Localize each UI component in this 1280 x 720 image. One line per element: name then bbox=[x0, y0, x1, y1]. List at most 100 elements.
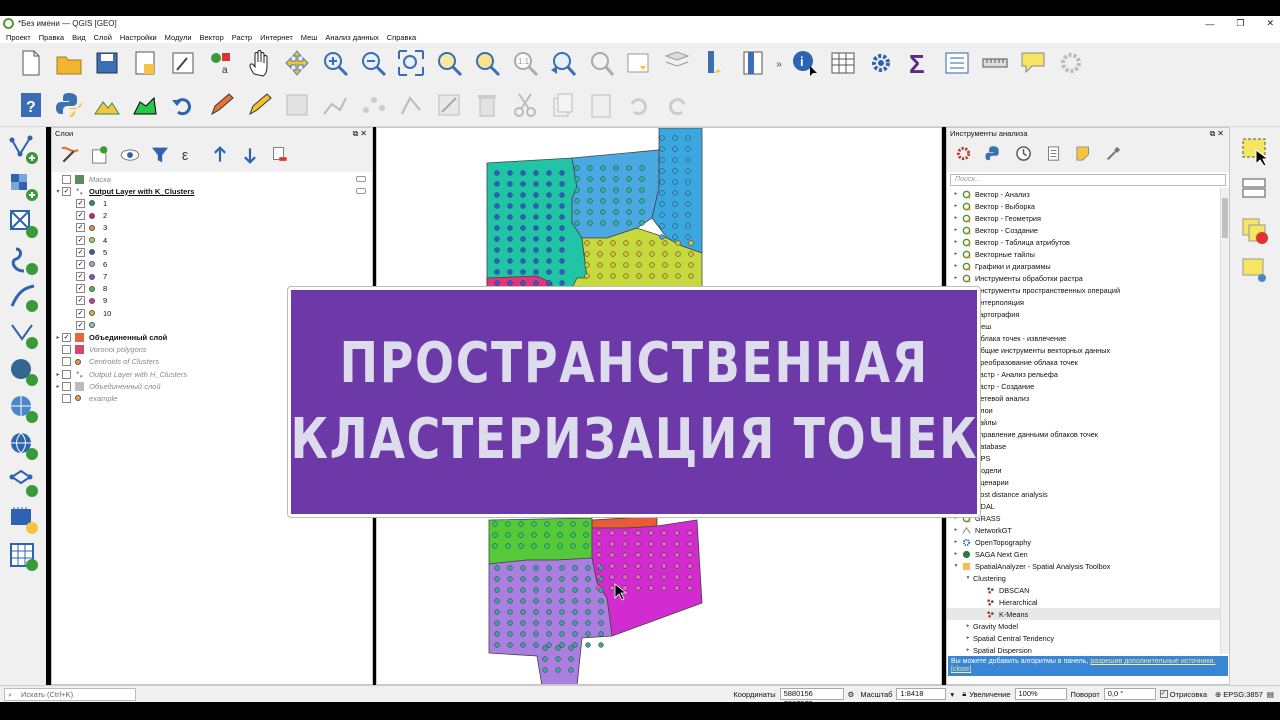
layer-visibility-checkbox[interactable] bbox=[62, 381, 71, 391]
terrain-button[interactable] bbox=[88, 88, 126, 124]
statistics-button[interactable]: Σ bbox=[900, 46, 938, 82]
digitize-pencil-button[interactable] bbox=[202, 88, 240, 124]
polygon-draw-button[interactable] bbox=[126, 88, 164, 124]
processing-scrollbar[interactable] bbox=[1220, 188, 1229, 654]
menu-vector[interactable]: Вектор bbox=[200, 33, 224, 42]
zoom-in-button[interactable] bbox=[316, 46, 354, 82]
layer-style-button[interactable] bbox=[56, 142, 84, 170]
hint-close-link[interactable]: [close] bbox=[951, 666, 971, 673]
zoom-next-button[interactable] bbox=[582, 46, 620, 82]
processing-tree-item[interactable]: ▸Управление данными облаков точек bbox=[947, 428, 1229, 440]
zoom-last-button[interactable] bbox=[544, 46, 582, 82]
layer-visibility-checkbox[interactable]: ✓ bbox=[76, 198, 85, 208]
pan-to-selection-button[interactable] bbox=[278, 46, 316, 82]
deselect-button[interactable] bbox=[1235, 215, 1275, 249]
processing-tree-item[interactable]: ▸ Вектор - Создание bbox=[947, 224, 1229, 236]
paste-button[interactable] bbox=[582, 88, 620, 124]
processing-tree-item[interactable]: ▸Модели bbox=[947, 464, 1229, 476]
delete-selected-button[interactable] bbox=[468, 88, 506, 124]
layer-item[interactable]: ✓ 3 bbox=[52, 222, 372, 234]
coordinates-field[interactable]: 5880156 7267579 bbox=[779, 688, 844, 708]
add-raster-button[interactable] bbox=[3, 170, 43, 204]
proc-results-button[interactable] bbox=[1041, 142, 1069, 170]
processing-tree-item[interactable]: ▸GPS bbox=[947, 452, 1229, 464]
layer-item[interactable]: ✓ 5 bbox=[52, 246, 372, 258]
expand-arrow-icon[interactable]: ▾ bbox=[963, 575, 973, 581]
map-tips-button[interactable] bbox=[1014, 46, 1052, 82]
close-button[interactable]: ✕ bbox=[1266, 18, 1274, 29]
add-wms-button[interactable] bbox=[3, 392, 43, 426]
scale-dropdown-icon[interactable]: ▾ bbox=[950, 690, 954, 699]
minimize-button[interactable]: — bbox=[1205, 19, 1214, 29]
measure-button[interactable] bbox=[976, 46, 1014, 82]
layer-item[interactable]: Маска bbox=[52, 173, 372, 185]
select-by-value-button[interactable] bbox=[1235, 175, 1275, 209]
expand-arrow-icon[interactable]: ▸ bbox=[54, 334, 62, 341]
proc-edit-button[interactable] bbox=[1071, 142, 1099, 170]
add-wfs-button[interactable] bbox=[3, 429, 43, 463]
panel-float-close-icon[interactable]: ⧉✕ bbox=[1210, 128, 1226, 140]
processing-tree-item[interactable]: ▸Инструменты пространственных операций bbox=[947, 284, 1229, 296]
processing-tree-item[interactable]: ▸Преобразование облака точек bbox=[947, 356, 1229, 368]
processing-tree-item[interactable]: ▸GDAL bbox=[947, 500, 1229, 512]
processing-tree-item[interactable]: ▸Интерполяция bbox=[947, 296, 1229, 308]
expand-arrow-icon[interactable]: ▸ bbox=[951, 191, 961, 197]
expand-arrow-icon[interactable]: ▸ bbox=[951, 551, 961, 557]
processing-tree-item[interactable]: ▸ Spatial Central Tendency bbox=[947, 632, 1229, 644]
zoom-full-button[interactable] bbox=[392, 46, 430, 82]
attribute-table-button[interactable] bbox=[824, 46, 862, 82]
help-button[interactable]: ? bbox=[12, 88, 50, 124]
layer-visibility-checkbox[interactable] bbox=[62, 345, 71, 355]
add-virtual-button[interactable] bbox=[3, 503, 43, 537]
pan-button[interactable] bbox=[240, 46, 278, 82]
expand-arrow-icon[interactable]: ▸ bbox=[951, 539, 961, 545]
processing-tree-item[interactable]: ▸Сценарии bbox=[947, 476, 1229, 488]
add-table-button[interactable] bbox=[3, 540, 43, 574]
layer-visibility-checkbox[interactable]: ✓ bbox=[76, 296, 85, 306]
render-checkbox[interactable]: ✓ bbox=[1159, 690, 1168, 698]
layer-visibility-checkbox[interactable]: ✓ bbox=[76, 211, 85, 221]
new-print-layout-button[interactable] bbox=[126, 46, 164, 82]
add-vertex-button[interactable] bbox=[316, 88, 354, 124]
layer-item[interactable]: ✓ 6 bbox=[52, 258, 372, 270]
processing-tree-item[interactable]: ▸ Вектор - Анализ bbox=[947, 188, 1229, 200]
layer-visibility-checkbox[interactable]: ✓ bbox=[62, 186, 71, 196]
identify-button[interactable]: i bbox=[786, 46, 824, 82]
zoom-selection-button[interactable] bbox=[468, 46, 506, 82]
expand-arrow-icon[interactable]: ▸ bbox=[963, 623, 973, 629]
menu-view[interactable]: Вид bbox=[72, 33, 86, 42]
show-bookmarks-button[interactable] bbox=[658, 46, 696, 82]
layer-item[interactable]: ✓ 2 bbox=[52, 210, 372, 222]
processing-tree-item[interactable]: ▸Облака точек - извлечение bbox=[947, 332, 1229, 344]
layer-visibility-checkbox[interactable] bbox=[62, 357, 71, 367]
processing-tree-item[interactable]: ▸Общие инструменты векторных данных bbox=[947, 344, 1229, 356]
magnifier-field[interactable]: 100% bbox=[1014, 688, 1067, 700]
processing-tree-item[interactable]: ▸Cost distance analysis bbox=[947, 488, 1229, 500]
settings-button[interactable] bbox=[1052, 46, 1090, 82]
processing-tree-item[interactable]: ▸Database bbox=[947, 440, 1229, 452]
processing-tree-item[interactable]: ▸Тайлы bbox=[947, 416, 1229, 428]
menu-mesh[interactable]: Меш bbox=[301, 33, 318, 42]
layer-visibility-checkbox[interactable]: ✓ bbox=[76, 223, 85, 233]
layer-visibility-checkbox[interactable]: ✓ bbox=[62, 333, 71, 343]
messages-icon[interactable]: ▤ bbox=[1267, 690, 1274, 699]
processing-tree-item[interactable]: ▸Меш bbox=[947, 320, 1229, 332]
add-vector-tiles-button[interactable] bbox=[3, 466, 43, 500]
collapse-all-button[interactable] bbox=[236, 142, 264, 170]
extents-toggle-icon[interactable]: ⚙ bbox=[848, 690, 855, 699]
layer-visibility-checkbox[interactable]: ✓ bbox=[76, 235, 85, 245]
expand-all-button[interactable] bbox=[206, 142, 234, 170]
add-postgis-button[interactable] bbox=[3, 355, 43, 389]
menu-raster[interactable]: Растр bbox=[232, 33, 252, 42]
filter-legend-button[interactable] bbox=[146, 142, 174, 170]
expand-arrow-icon[interactable]: ▸ bbox=[951, 275, 961, 281]
add-gpx-button[interactable] bbox=[3, 281, 43, 315]
processing-tree-item[interactable]: ▸ Gravity Model bbox=[947, 620, 1229, 632]
processing-tree-item[interactable]: ▸ Инструменты обработки растра bbox=[947, 272, 1229, 284]
layout-manager-button[interactable]: a bbox=[202, 46, 240, 82]
menu-layer[interactable]: Слой bbox=[94, 33, 112, 42]
expand-arrow-icon[interactable]: ▸ bbox=[951, 203, 961, 209]
node-tool-button[interactable] bbox=[392, 88, 430, 124]
processing-tree-item[interactable]: ▸Слои bbox=[947, 404, 1229, 416]
processing-tree-item[interactable]: ▸ OpenTopography bbox=[947, 536, 1229, 548]
